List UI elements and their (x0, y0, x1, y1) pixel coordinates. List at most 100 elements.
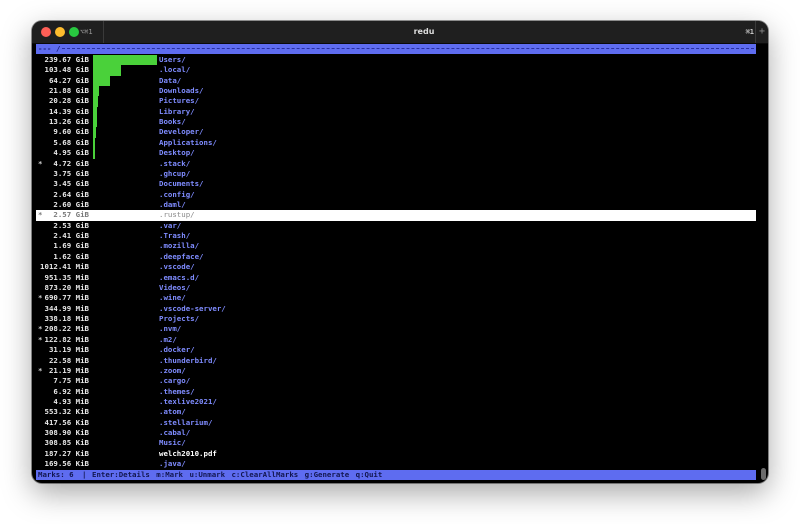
table-row[interactable]: 1012.41 MiB .vscode/ (36, 262, 756, 272)
entry-size: 2.53 GiB (53, 220, 89, 230)
table-row[interactable]: 4.93 MiB .texlive2021/ (36, 397, 756, 407)
table-row[interactable]: 9.60 GiB Developer/ (36, 127, 756, 138)
entry-size: 308.85 KiB (44, 438, 90, 448)
table-row[interactable]: 239.67 GiB Users/ (36, 54, 756, 66)
usage-bar (93, 75, 111, 86)
entry-size: 690.77 MiB (44, 293, 90, 303)
entry-size: 14.39 GiB (48, 106, 89, 116)
table-row[interactable]: 64.27 GiB Data/ (36, 75, 756, 86)
table-row[interactable]: 169.56 KiB .java/ (36, 459, 756, 469)
table-row[interactable]: 31.19 MiB .docker/ (36, 345, 756, 355)
entry-size: 3.45 GiB (53, 179, 89, 189)
entry-size: 64.27 GiB (48, 75, 89, 85)
directory-name: .stack/ (159, 158, 191, 168)
mark-indicator: * (38, 365, 43, 375)
table-row[interactable]: 3.45 GiB Documents/ (36, 179, 756, 189)
directory-name: Pictures/ (159, 96, 200, 106)
entry-size: 4.72 GiB (53, 158, 89, 168)
table-row[interactable]: 187.27 KiB welch2010.pdf (36, 449, 756, 459)
directory-name: Data/ (159, 75, 182, 85)
directory-name: .daml/ (159, 199, 186, 209)
table-row[interactable]: 338.18 MiB Projects/ (36, 314, 756, 324)
header-separator: / (56, 44, 61, 53)
table-row[interactable]: 1.69 GiB .mozilla/ (36, 241, 756, 251)
entry-size: 22.58 MiB (48, 355, 89, 365)
table-row[interactable]: 14.39 GiB Library/ (36, 106, 756, 118)
table-row[interactable]: 6.92 MiB .themes/ (36, 387, 756, 397)
entry-size: 2.57 GiB (53, 210, 89, 220)
maximize-button[interactable] (69, 27, 79, 37)
table-row[interactable]: 3.75 GiB .ghcup/ (36, 169, 756, 179)
mark-indicator: * (38, 324, 43, 334)
entry-size: 103.48 GiB (44, 65, 90, 75)
entry-size: 9.60 GiB (53, 127, 89, 137)
directory-name: .stellarium/ (159, 417, 213, 427)
terminal-content[interactable]: --- / 239.67 GiB Users/103.48 GiB .local/6… (36, 44, 756, 480)
table-row[interactable]: 22.58 MiB .thunderbird/ (36, 356, 756, 366)
entry-size: 1.62 GiB (53, 251, 89, 261)
directory-name: Documents/ (159, 179, 204, 189)
usage-bar (93, 106, 97, 118)
minimize-button[interactable] (55, 27, 65, 37)
file-name: welch2010.pdf (159, 448, 217, 458)
entry-size: 13.26 GiB (48, 117, 89, 127)
directory-name: .wine/ (159, 293, 186, 303)
table-row[interactable]: 7.75 MiB .cargo/ (36, 376, 756, 386)
directory-name: Music/ (159, 438, 186, 448)
table-row[interactable]: 344.99 MiB .vscode-server/ (36, 304, 756, 314)
scrollbar[interactable] (761, 468, 766, 480)
table-row[interactable]: * 690.77 MiB .wine/ (36, 293, 756, 303)
directory-name: .config/ (159, 189, 195, 199)
table-row[interactable]: 20.28 GiB Pictures/ (36, 96, 756, 107)
usage-bar (93, 148, 95, 159)
entry-size: 308.90 KiB (44, 428, 90, 438)
table-row[interactable]: * 122.82 MiB .m2/ (36, 335, 756, 345)
directory-name: Desktop/ (159, 148, 195, 158)
table-row[interactable]: 951.35 MiB .emacs.d/ (36, 273, 756, 283)
table-row[interactable]: 1.62 GiB .deepface/ (36, 252, 756, 262)
table-row[interactable]: 21.88 GiB Downloads/ (36, 85, 756, 97)
title-bar[interactable]: ⌥⌘1 redu ⌘1 + (32, 21, 768, 44)
entry-size: 417.56 KiB (44, 417, 90, 427)
table-row[interactable]: 2.60 GiB .daml/ (36, 200, 756, 210)
directory-name: Videos/ (159, 282, 191, 292)
directory-name: .nvm/ (159, 324, 182, 334)
table-row[interactable]: 2.64 GiB .config/ (36, 190, 756, 200)
table-row[interactable]: 417.56 KiB .stellarium/ (36, 418, 756, 428)
directory-name: .cabal/ (159, 428, 191, 438)
table-row[interactable]: * 21.19 MiB .zoom/ (36, 366, 756, 376)
close-button[interactable] (41, 27, 51, 37)
table-row[interactable]: 5.68 GiB Applications/ (36, 137, 756, 149)
entry-size: 951.35 MiB (44, 272, 90, 282)
table-row[interactable]: * 4.72 GiB .stack/ (36, 159, 756, 169)
entry-size: 3.75 GiB (53, 168, 89, 178)
entry-size: 2.60 GiB (53, 199, 89, 209)
table-row[interactable]: 2.41 GiB .Trash/ (36, 231, 756, 241)
directory-name: Downloads/ (159, 85, 204, 95)
table-row[interactable]: 308.90 KiB .cabal/ (36, 428, 756, 438)
entry-size: 5.68 GiB (53, 137, 89, 147)
table-row[interactable]: 13.26 GiB Books/ (36, 117, 756, 128)
directory-name: .mozilla/ (159, 241, 200, 251)
terminal-window: ⌥⌘1 redu ⌘1 + --- / 239.67 GiB Users/103.… (32, 21, 768, 483)
table-row[interactable]: * 2.57 GiB .rustup/ (36, 210, 756, 221)
new-tab-button[interactable]: + (755, 21, 768, 43)
table-row[interactable]: 308.85 KiB Music/ (36, 438, 756, 448)
directory-name: .var/ (159, 220, 182, 230)
directory-name: Books/ (159, 117, 186, 127)
table-row[interactable]: 2.53 GiB .var/ (36, 221, 756, 231)
table-row[interactable]: 873.20 MiB Videos/ (36, 283, 756, 293)
table-row[interactable]: * 208.22 MiB .nvm/ (36, 324, 756, 334)
table-row[interactable]: 103.48 GiB .local/ (36, 65, 756, 76)
header-path: --- (38, 44, 52, 53)
directory-name: .vscode/ (159, 262, 195, 272)
table-row[interactable]: 4.95 GiB Desktop/ (36, 148, 756, 159)
entry-size: 873.20 MiB (44, 282, 90, 292)
path-header: --- / (36, 44, 756, 54)
table-row[interactable]: 553.32 KiB .atom/ (36, 407, 756, 417)
directory-name: .m2/ (159, 334, 177, 344)
window-title[interactable]: redu (104, 21, 744, 43)
usage-bar (93, 117, 97, 128)
entry-size: 187.27 KiB (44, 448, 90, 458)
directory-name: Developer/ (159, 127, 204, 137)
